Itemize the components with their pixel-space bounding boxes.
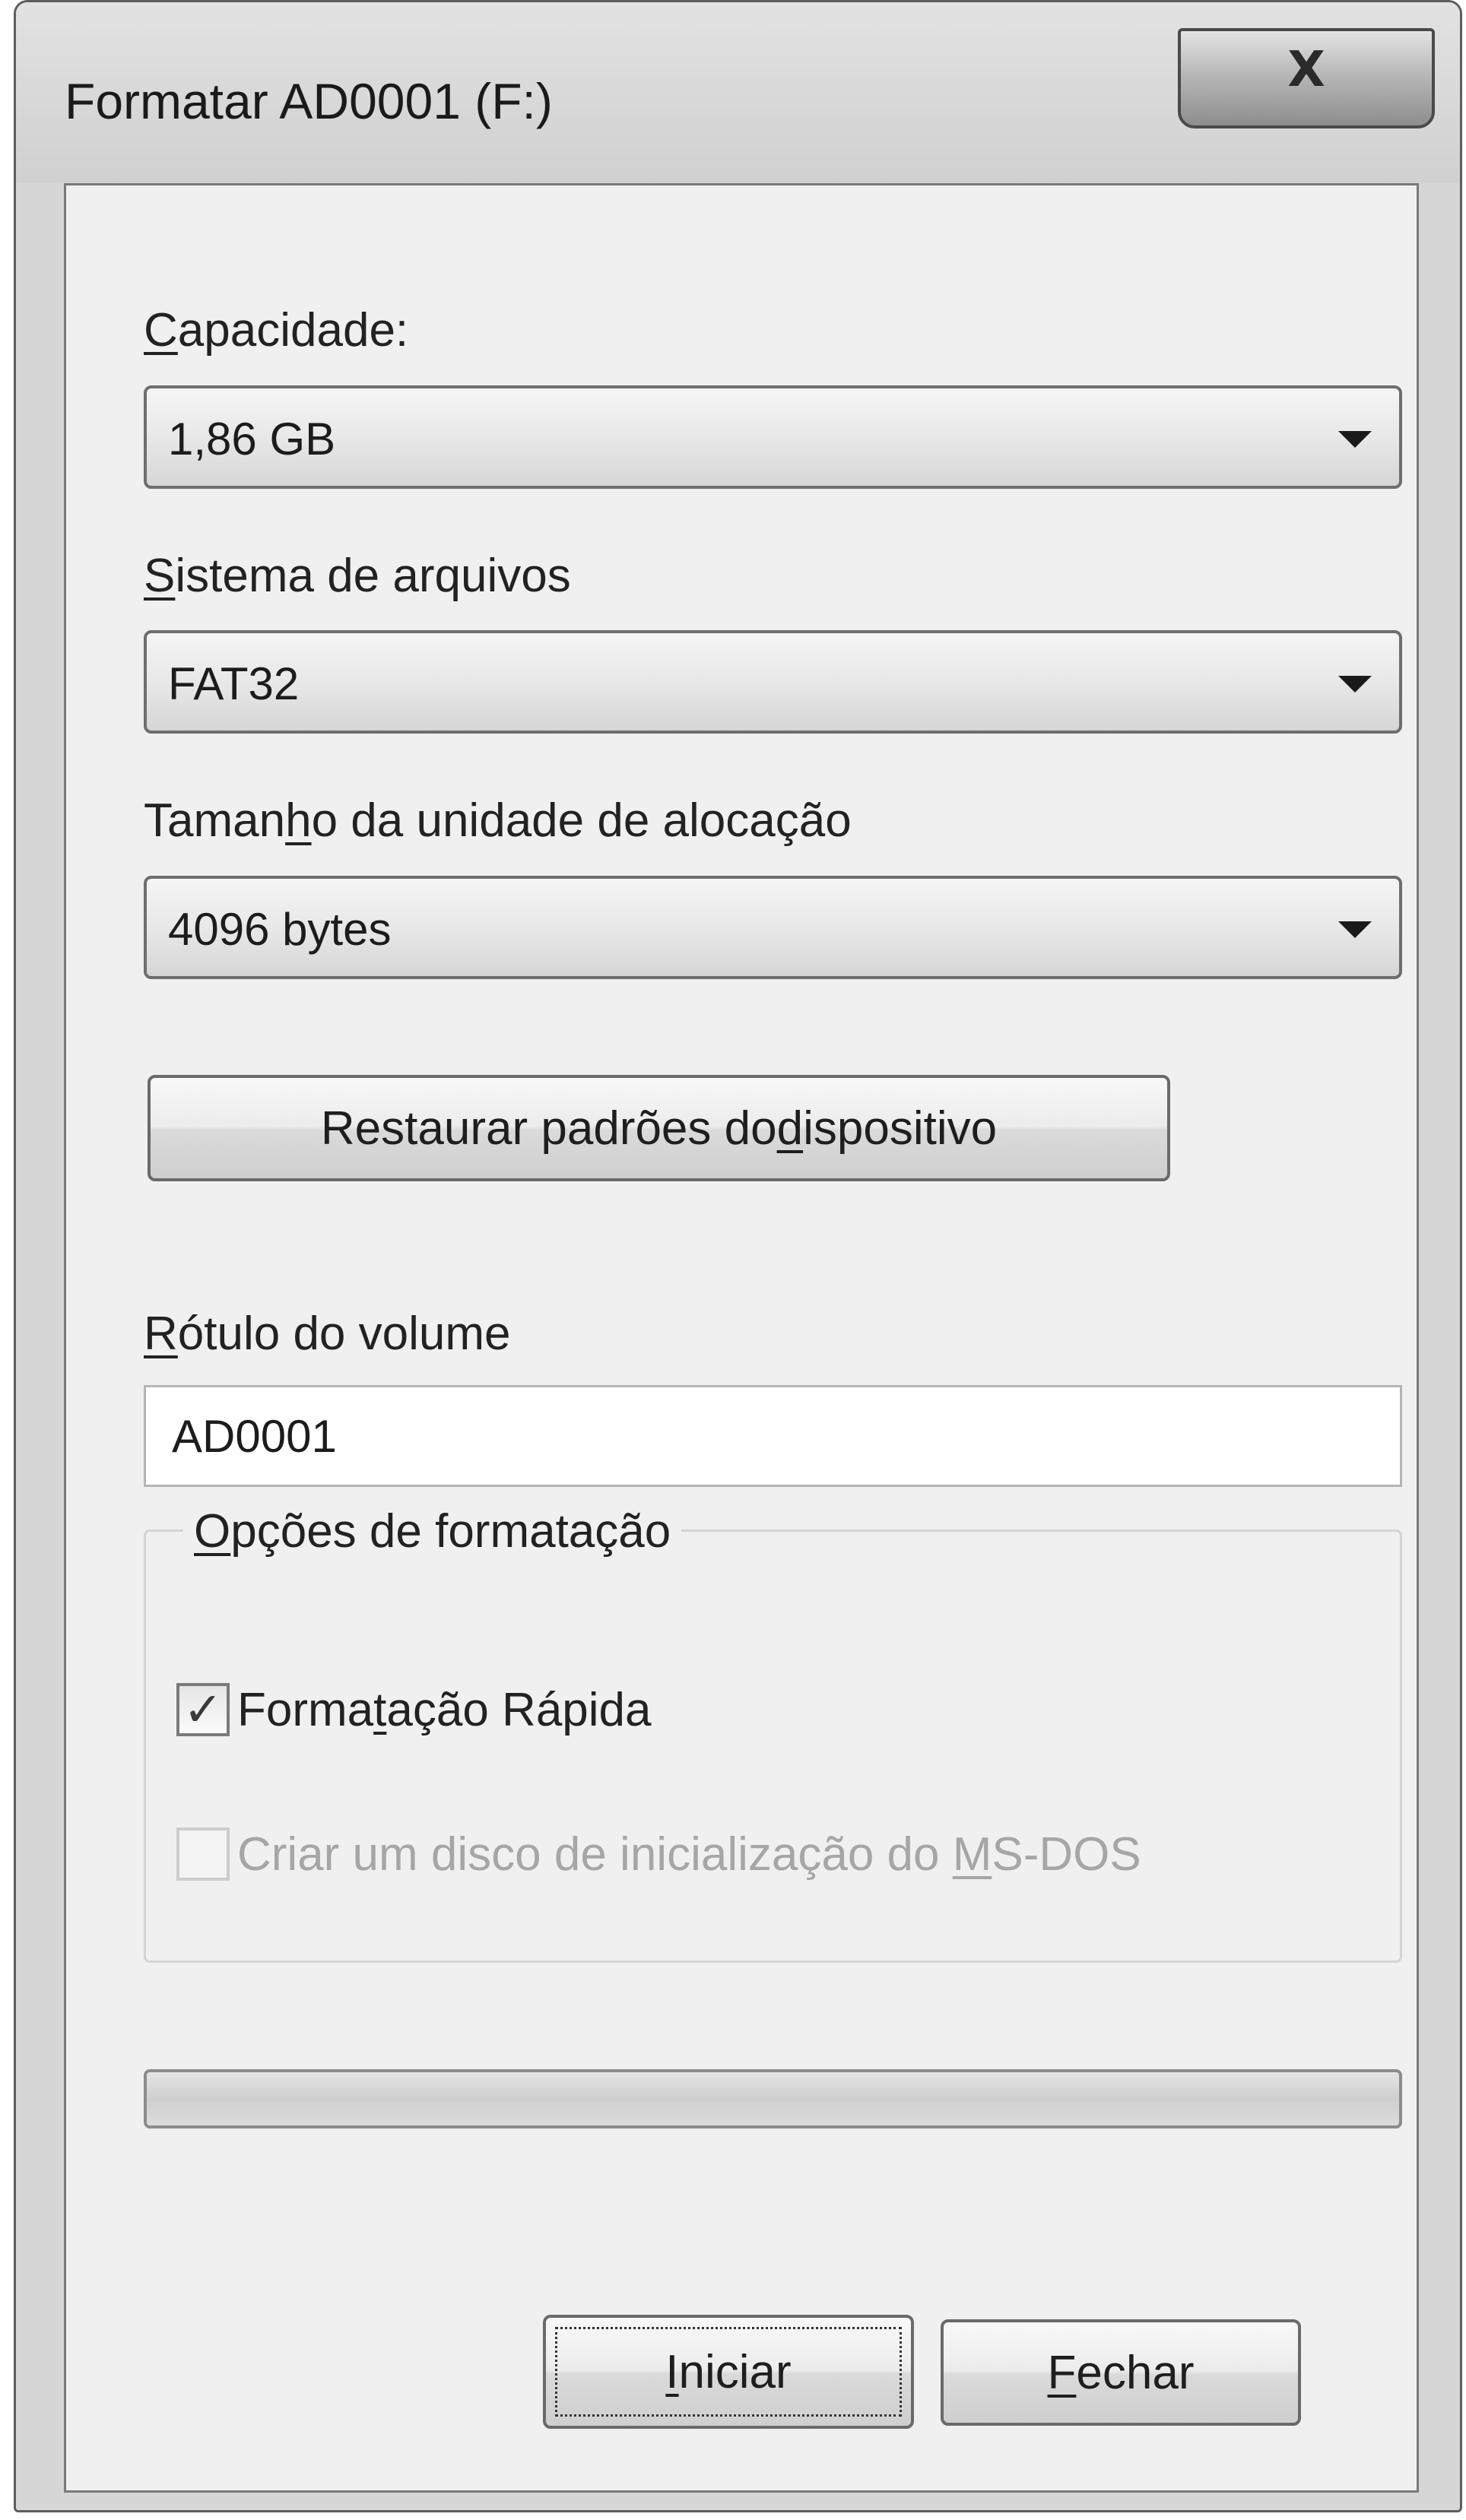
window-title: Formatar AD0001 (F:) [65,73,553,129]
volume-label-field[interactable] [144,1385,1402,1487]
close-icon: X [1287,42,1325,98]
filesystem-dropdown[interactable]: FAT32 [144,630,1402,734]
start-button[interactable]: Iniciar [543,2315,914,2429]
dialog-content: Capacidade: 1,86 GB Sistema de arquivos … [64,183,1419,2493]
format-dialog: Formatar AD0001 (F:) X Capacidade: 1,86 … [14,0,1462,2512]
checkmark-icon: ✓ [183,1682,223,1737]
close-button[interactable]: Fechar [941,2319,1301,2426]
msdos-startup-disk-checkbox [176,1827,230,1881]
title-bar[interactable]: Formatar AD0001 (F:) X [16,2,1460,183]
allocation-size-value: 4096 bytes [168,904,392,955]
dropdown-arrow-icon [1338,431,1372,448]
dropdown-arrow-icon [1338,676,1372,693]
quick-format-checkbox[interactable]: ✓ [176,1683,230,1736]
restore-defaults-button[interactable]: Restaurar padrões do d ispositivo [148,1075,1170,1181]
quick-format-label: Formatação Rápida [237,1683,652,1736]
quick-format-option[interactable]: ✓ Formatação Rápida [176,1679,652,1740]
dropdown-arrow-icon [1338,921,1372,938]
close-window-button[interactable]: X [1178,28,1435,128]
format-options-legend: Opções de formatação [183,1504,682,1558]
capacity-label: Capacidade: [144,304,409,357]
format-options-group [144,1529,1402,1963]
capacity-value: 1,86 GB [168,414,336,464]
msdos-startup-disk-label: Criar um disco de inicialização do MS-DO… [237,1827,1141,1881]
msdos-startup-disk-option: Criar um disco de inicialização do MS-DO… [176,1824,1141,1884]
capacity-dropdown[interactable]: 1,86 GB [144,385,1402,489]
filesystem-value: FAT32 [168,658,300,709]
format-progress-bar [144,2069,1402,2129]
allocation-size-label: Tamanho da unidade de alocação [144,794,852,847]
volume-label-label: Rótulo do volume [144,1308,511,1360]
volume-label-input[interactable] [146,1387,1400,1485]
allocation-size-dropdown[interactable]: 4096 bytes [144,876,1402,979]
filesystem-label: Sistema de arquivos [144,550,571,602]
